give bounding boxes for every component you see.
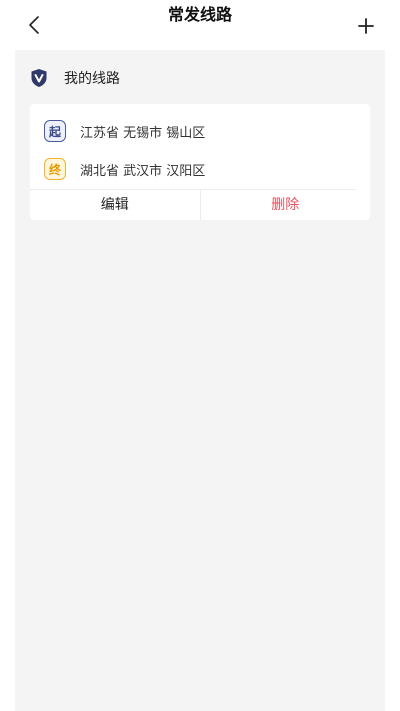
route-start-row: 起 江苏省 无锡市 锡山区 [44,119,205,143]
end-address: 湖北省 武汉市 汉阳区 [80,163,206,179]
route-end-row: 终 湖北省 武汉市 汉阳区 [44,157,205,181]
route-card: 起 江苏省 无锡市 锡山区 终 湖北省 武汉市 汉阳区 编辑 删除 [30,104,370,220]
shield-v-icon [31,69,47,87]
end-badge: 终 [44,158,66,180]
content-area: 我的线路 起 江苏省 无锡市 锡山区 终 湖北省 武汉市 汉阳区 编辑 删除 [15,50,385,711]
start-address: 江苏省 无锡市 锡山区 [80,125,206,141]
screen: 常发线路 我的线路 起 江苏省 无锡市 锡山区 终 湖北省 武汉市 汉阳区 编辑… [0,0,400,711]
page-title: 常发线路 [167,5,232,24]
section-header: 我的线路 [30,67,120,89]
nav-bar: 常发线路 [0,0,400,50]
add-route-button[interactable] [354,14,378,38]
card-actions: 编辑 删除 [30,190,370,220]
start-badge: 起 [44,120,66,142]
edit-button[interactable]: 编辑 [30,190,201,220]
plus-icon [358,18,374,34]
delete-button[interactable]: 删除 [201,190,371,220]
section-title: 我的线路 [64,71,120,87]
